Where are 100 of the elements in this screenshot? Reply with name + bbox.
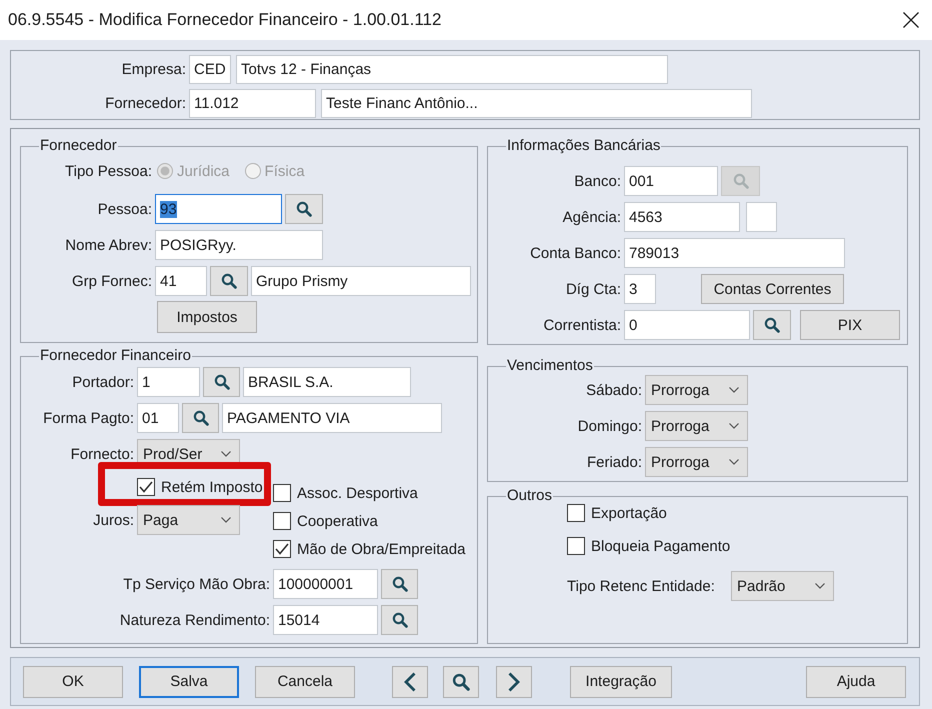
action-button[interactable]: Impostos [157, 301, 257, 333]
input-field[interactable]: Grupo Prismy [251, 266, 471, 296]
group-title: Outros [506, 487, 554, 505]
action-button[interactable]: Salva [139, 666, 239, 698]
search-button[interactable] [443, 666, 479, 698]
input-field[interactable]: 789013 [624, 238, 845, 268]
dropdown[interactable]: Prorroga [645, 375, 748, 405]
group-title: Vencimentos [506, 357, 594, 375]
input-field[interactable]: 93 [155, 194, 282, 224]
search-button[interactable] [753, 310, 791, 340]
group-title: Fornecedor Financeiro [39, 347, 192, 365]
search-button[interactable] [210, 266, 248, 296]
field-label: Banco: [573, 172, 621, 190]
next-button[interactable] [496, 666, 532, 698]
checkbox[interactable] [567, 504, 585, 522]
search-icon [221, 273, 237, 289]
field-label: Natureza Rendimento: [118, 612, 270, 628]
field-label: Domingo: [576, 418, 642, 434]
field-label: Tipo Retenc Entidade: [567, 578, 716, 594]
input-field[interactable]: POSIGRyy. [155, 230, 323, 260]
input-field[interactable]: BRASIL S.A. [243, 367, 411, 397]
search-button[interactable] [203, 367, 240, 397]
field-label: Grp Fornec: [70, 272, 152, 290]
input-field[interactable]: 11.012 [189, 89, 316, 118]
search-button[interactable] [381, 569, 418, 599]
field-label: Tipo Pessoa: [64, 162, 152, 180]
group-title: Informações Bancárias [506, 137, 662, 155]
action-button[interactable]: Cancela [255, 666, 355, 698]
checkbox[interactable] [137, 478, 155, 496]
input-field[interactable]: CED [189, 55, 231, 84]
field-label: Fornecto: [70, 446, 134, 462]
checkbox[interactable] [273, 512, 291, 530]
window-title: 06.9.5545 - Modifica Fornecedor Financeiro - 1.00.01.112 [8, 10, 442, 30]
checkbox-label[interactable]: Bloqueia Pagamento [591, 538, 730, 554]
checkbox-label[interactable]: Exportação [591, 504, 667, 522]
input-field[interactable]: 0 [624, 310, 750, 340]
previous-button[interactable] [392, 666, 428, 698]
search-icon [214, 374, 230, 390]
checkmark-icon [139, 481, 153, 493]
field-label: Agência: [562, 208, 621, 226]
action-button[interactable]: PIX [800, 310, 900, 340]
field-label: Conta Banco: [529, 244, 621, 262]
chevron-right-icon [507, 672, 521, 692]
input-field[interactable]: 1 [137, 367, 200, 397]
checkbox[interactable] [273, 540, 291, 558]
input-field[interactable]: Teste Financ Antônio... [321, 89, 752, 118]
search-button[interactable] [381, 605, 418, 635]
field-label: Sábado: [585, 382, 642, 398]
input-field[interactable]: 01 [137, 403, 179, 433]
group-title: Fornecedor [39, 137, 118, 155]
dropdown[interactable]: Prorroga [645, 447, 748, 477]
input-field[interactable]: 41 [155, 266, 207, 296]
checkbox[interactable] [273, 484, 291, 502]
checkmark-icon [275, 543, 289, 555]
chevron-down-icon [729, 387, 739, 393]
input-field[interactable]: Totvs 12 - Finanças [236, 55, 668, 84]
dropdown[interactable]: Padrão [731, 571, 834, 601]
field-label: Fornecedor: [104, 95, 186, 112]
chevron-down-icon [221, 517, 231, 523]
chevron-down-icon [221, 451, 231, 457]
checkbox-label[interactable]: Mão de Obra/Empreitada [297, 540, 466, 558]
field-label: Feriado: [586, 454, 642, 470]
field-label: Tp Serviço Mão Obra: [122, 576, 270, 592]
dropdown[interactable]: Paga [137, 505, 240, 535]
dropdown[interactable]: Prorroga [645, 411, 748, 441]
checkbox-label[interactable]: Retém Imposto [161, 478, 263, 496]
field-label: Portador: [71, 374, 134, 390]
chevron-left-icon [403, 672, 417, 692]
input-field[interactable]: PAGAMENTO VIA [222, 403, 442, 433]
field-label: Díg Cta: [564, 280, 621, 298]
action-button[interactable]: OK [23, 666, 123, 698]
search-button[interactable] [285, 194, 323, 224]
action-button[interactable]: Contas Correntes [701, 274, 844, 304]
search-icon [392, 576, 408, 592]
search-icon [452, 672, 470, 690]
field-label: Pessoa: [96, 200, 152, 218]
field-label: Correntista: [542, 316, 621, 334]
search-button[interactable] [182, 403, 219, 433]
input-field[interactable]: 100000001 [273, 569, 378, 599]
input-field[interactable]: 15014 [273, 605, 378, 635]
checkbox-label[interactable]: Assoc. Desportiva [297, 484, 418, 502]
search-icon [296, 201, 312, 217]
input-field[interactable]: 3 [624, 274, 656, 304]
chevron-down-icon [729, 423, 739, 429]
checkbox[interactable] [567, 537, 585, 555]
input-field[interactable]: 001 [624, 166, 718, 196]
field-label: Juros: [92, 512, 134, 528]
input-field[interactable]: 4563 [624, 202, 740, 232]
search-icon [192, 410, 208, 426]
search-icon [764, 317, 780, 333]
chevron-down-icon [729, 459, 739, 465]
checkbox-label[interactable]: Cooperativa [297, 512, 378, 530]
close-icon[interactable] [903, 12, 919, 28]
action-button[interactable]: Integração [570, 666, 672, 698]
field-label: Empresa: [120, 61, 186, 78]
input-field[interactable] [746, 202, 777, 232]
action-button[interactable]: Ajuda [806, 666, 906, 698]
search-icon [732, 173, 748, 189]
search-icon [392, 612, 408, 628]
field-label: Forma Pagto: [42, 410, 134, 426]
